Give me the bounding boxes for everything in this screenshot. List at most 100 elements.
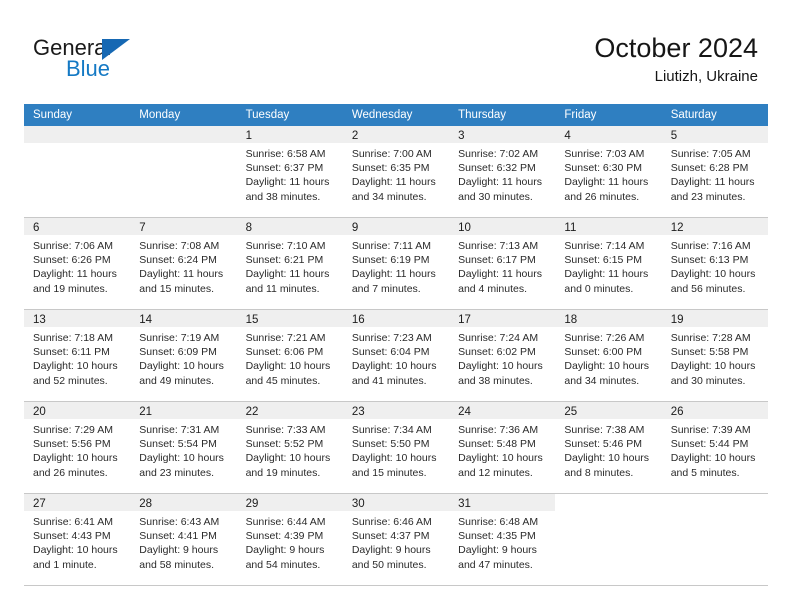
- day-number: 12: [670, 222, 684, 234]
- day-detail-line: Sunrise: 7:23 AM: [351, 332, 432, 344]
- day-detail-line: and 26 minutes.: [33, 466, 108, 479]
- day-cell-details: Sunrise: 7:24 AM Sunset: 6:02 PM Daylight:…: [449, 327, 555, 388]
- day-detail-line: Sunset: 6:35 PM: [351, 162, 430, 175]
- day-cell-14[interactable]: 14 Sunrise: 7:19 AM Sunset: 6:09 PM Dayligh…: [130, 310, 237, 401]
- day-detail-line: Sunrise: 7:16 AM: [670, 240, 751, 252]
- day-number: 19: [670, 314, 684, 326]
- day-cell-4[interactable]: 4 Sunrise: 7:03 AM Sunset: 6:30 PM Daylight…: [555, 126, 662, 217]
- day-cell-23[interactable]: 23 Sunrise: 7:34 AM Sunset: 5:50 PM Dayligh…: [342, 402, 450, 493]
- day-detail-line: Sunset: 6:02 PM: [458, 346, 536, 359]
- weekday-header-friday: Friday: [564, 109, 597, 121]
- weekday-header-thursday: Thursday: [458, 109, 507, 121]
- day-cell-empty: [555, 494, 662, 585]
- day-detail-line: Daylight: 10 hours: [458, 452, 543, 465]
- day-number-bar: 28: [130, 494, 237, 511]
- day-detail-line: Sunrise: 6:43 AM: [139, 516, 220, 528]
- day-detail-line: Sunrise: 7:28 AM: [670, 332, 751, 344]
- day-cell-details: Sunrise: 6:43 AM Sunset: 4:41 PM Daylight:…: [130, 511, 236, 572]
- page-title: October 2024: [594, 33, 758, 63]
- day-detail-line: Daylight: 10 hours: [33, 544, 118, 557]
- day-number: 10: [458, 222, 471, 234]
- day-number-bar: 17: [449, 310, 556, 327]
- weekday-header-wednesday: Wednesday: [351, 109, 413, 121]
- calendar-page: General Blue October 2024 Liutizh, Ukrai…: [0, 0, 792, 612]
- day-cell-13[interactable]: 13 Sunrise: 7:18 AM Sunset: 6:11 PM Dayligh…: [24, 310, 131, 401]
- day-number: 27: [33, 498, 46, 510]
- day-detail-line: and 52 minutes.: [33, 374, 108, 387]
- day-cell-12[interactable]: 12 Sunrise: 7:16 AM Sunset: 6:13 PM Dayligh…: [661, 218, 768, 309]
- day-cell-16[interactable]: 16 Sunrise: 7:23 AM Sunset: 6:04 PM Dayligh…: [342, 310, 450, 401]
- day-cell-details: Sunrise: 7:34 AM Sunset: 5:50 PM Daylight:…: [343, 419, 449, 480]
- day-cell-31[interactable]: 31 Sunrise: 6:48 AM Sunset: 4:35 PM Dayligh…: [449, 494, 556, 585]
- day-cell-20[interactable]: 20 Sunrise: 7:29 AM Sunset: 5:56 PM Dayligh…: [24, 402, 131, 493]
- day-detail-line: Sunset: 6:26 PM: [33, 254, 111, 267]
- day-detail-line: and 56 minutes.: [670, 282, 746, 295]
- day-number-bar: 4: [555, 126, 662, 143]
- day-cell-18[interactable]: 18 Sunrise: 7:26 AM Sunset: 6:00 PM Dayligh…: [555, 310, 662, 401]
- day-number: 2: [351, 130, 359, 142]
- day-detail-line: Sunset: 4:41 PM: [139, 530, 217, 543]
- day-number-bar: 11: [555, 218, 662, 235]
- day-cell-26[interactable]: 26 Sunrise: 7:39 AM Sunset: 5:44 PM Dayligh…: [661, 402, 768, 493]
- day-cell-30[interactable]: 30 Sunrise: 6:46 AM Sunset: 4:37 PM Dayligh…: [342, 494, 450, 585]
- day-detail-line: and 23 minutes.: [670, 190, 746, 203]
- day-detail-line: Sunrise: 7:38 AM: [564, 424, 645, 436]
- day-detail-line: Sunrise: 7:08 AM: [139, 240, 220, 252]
- day-cell-24[interactable]: 24 Sunrise: 7:36 AM Sunset: 5:48 PM Dayligh…: [449, 402, 556, 493]
- day-detail-line: Sunset: 5:56 PM: [33, 438, 111, 451]
- day-detail-line: and 41 minutes.: [351, 374, 427, 387]
- logo-text-blue: Blue: [66, 56, 111, 81]
- day-detail-line: Sunset: 6:37 PM: [245, 162, 324, 175]
- day-detail-line: Sunrise: 7:36 AM: [458, 424, 539, 436]
- day-cell-21[interactable]: 21 Sunrise: 7:31 AM Sunset: 5:54 PM Dayligh…: [130, 402, 237, 493]
- day-detail-line: and 54 minutes.: [245, 558, 321, 571]
- day-cell-25[interactable]: 25 Sunrise: 7:38 AM Sunset: 5:46 PM Dayligh…: [555, 402, 662, 493]
- day-cell-7[interactable]: 7 Sunrise: 7:08 AM Sunset: 6:24 PM Daylight…: [130, 218, 237, 309]
- day-cell-11[interactable]: 11 Sunrise: 7:14 AM Sunset: 6:15 PM Dayligh…: [555, 218, 662, 309]
- day-cell-8[interactable]: 8 Sunrise: 7:10 AM Sunset: 6:21 PM Daylight…: [236, 218, 343, 309]
- day-cell-22[interactable]: 22 Sunrise: 7:33 AM Sunset: 5:52 PM Dayligh…: [236, 402, 343, 493]
- day-cell-empty: [24, 126, 131, 217]
- day-cell-9[interactable]: 9 Sunrise: 7:11 AM Sunset: 6:19 PM Daylight…: [342, 218, 450, 309]
- day-cell-5[interactable]: 5 Sunrise: 7:05 AM Sunset: 6:28 PM Daylight…: [661, 126, 768, 217]
- day-cell-28[interactable]: 28 Sunrise: 6:43 AM Sunset: 4:41 PM Dayligh…: [130, 494, 237, 585]
- day-number-bar: 26: [661, 402, 768, 419]
- day-cell-1[interactable]: 1 Sunrise: 6:58 AM Sunset: 6:37 PM Daylight…: [236, 126, 343, 217]
- day-detail-line: Sunset: 6:19 PM: [351, 254, 430, 267]
- day-number-bar: 10: [449, 218, 556, 235]
- day-number-bar: 21: [130, 402, 237, 419]
- day-number-bar: 8: [236, 218, 343, 235]
- day-cell-details: Sunrise: 7:11 AM Sunset: 6:19 PM Daylight:…: [343, 235, 449, 296]
- day-detail-line: Sunset: 4:39 PM: [245, 530, 324, 543]
- day-cell-3[interactable]: 3 Sunrise: 7:02 AM Sunset: 6:32 PM Daylight…: [449, 126, 556, 217]
- day-detail-line: Daylight: 10 hours: [245, 452, 331, 465]
- day-detail-line: Daylight: 10 hours: [351, 360, 437, 373]
- day-number: 11: [564, 222, 577, 234]
- day-cell-29[interactable]: 29 Sunrise: 6:44 AM Sunset: 4:39 PM Dayligh…: [236, 494, 343, 585]
- general-blue-logo[interactable]: General Blue: [33, 36, 213, 84]
- day-detail-line: Sunset: 5:52 PM: [245, 438, 324, 451]
- day-cell-details: Sunrise: 7:13 AM Sunset: 6:17 PM Daylight:…: [449, 235, 555, 296]
- day-detail-line: Daylight: 11 hours: [564, 176, 649, 189]
- day-detail-line: Sunset: 6:04 PM: [351, 346, 430, 359]
- day-detail-line: Sunset: 6:21 PM: [245, 254, 324, 267]
- day-detail-line: Sunrise: 7:13 AM: [458, 240, 539, 252]
- day-cell-15[interactable]: 15 Sunrise: 7:21 AM Sunset: 6:06 PM Dayligh…: [236, 310, 343, 401]
- day-detail-line: Daylight: 11 hours: [351, 176, 436, 189]
- day-cell-details: Sunrise: 7:00 AM Sunset: 6:35 PM Daylight:…: [343, 143, 449, 204]
- day-cell-6[interactable]: 6 Sunrise: 7:06 AM Sunset: 6:26 PM Daylight…: [24, 218, 131, 309]
- day-detail-line: Sunset: 6:15 PM: [564, 254, 643, 267]
- day-cell-19[interactable]: 19 Sunrise: 7:28 AM Sunset: 5:58 PM Dayligh…: [661, 310, 768, 401]
- day-detail-line: Sunrise: 7:39 AM: [670, 424, 751, 436]
- day-number: 24: [458, 406, 471, 418]
- day-cell-details: Sunrise: 6:58 AM Sunset: 6:37 PM Daylight:…: [237, 143, 343, 204]
- day-cell-27[interactable]: 27 Sunrise: 6:41 AM Sunset: 4:43 PM Dayligh…: [24, 494, 131, 585]
- day-cell-17[interactable]: 17 Sunrise: 7:24 AM Sunset: 6:02 PM Dayligh…: [449, 310, 556, 401]
- day-cell-2[interactable]: 2 Sunrise: 7:00 AM Sunset: 6:35 PM Daylight…: [342, 126, 450, 217]
- day-cell-details: Sunrise: 7:21 AM Sunset: 6:06 PM Daylight:…: [237, 327, 343, 388]
- day-number-bar: 25: [555, 402, 662, 419]
- day-cell-details: Sunrise: 7:29 AM Sunset: 5:56 PM Daylight:…: [24, 419, 130, 480]
- day-cell-details: Sunrise: 6:41 AM Sunset: 4:43 PM Daylight:…: [24, 511, 130, 572]
- day-cell-details: Sunrise: 7:33 AM Sunset: 5:52 PM Daylight:…: [237, 419, 343, 480]
- day-cell-10[interactable]: 10 Sunrise: 7:13 AM Sunset: 6:17 PM Dayligh…: [449, 218, 556, 309]
